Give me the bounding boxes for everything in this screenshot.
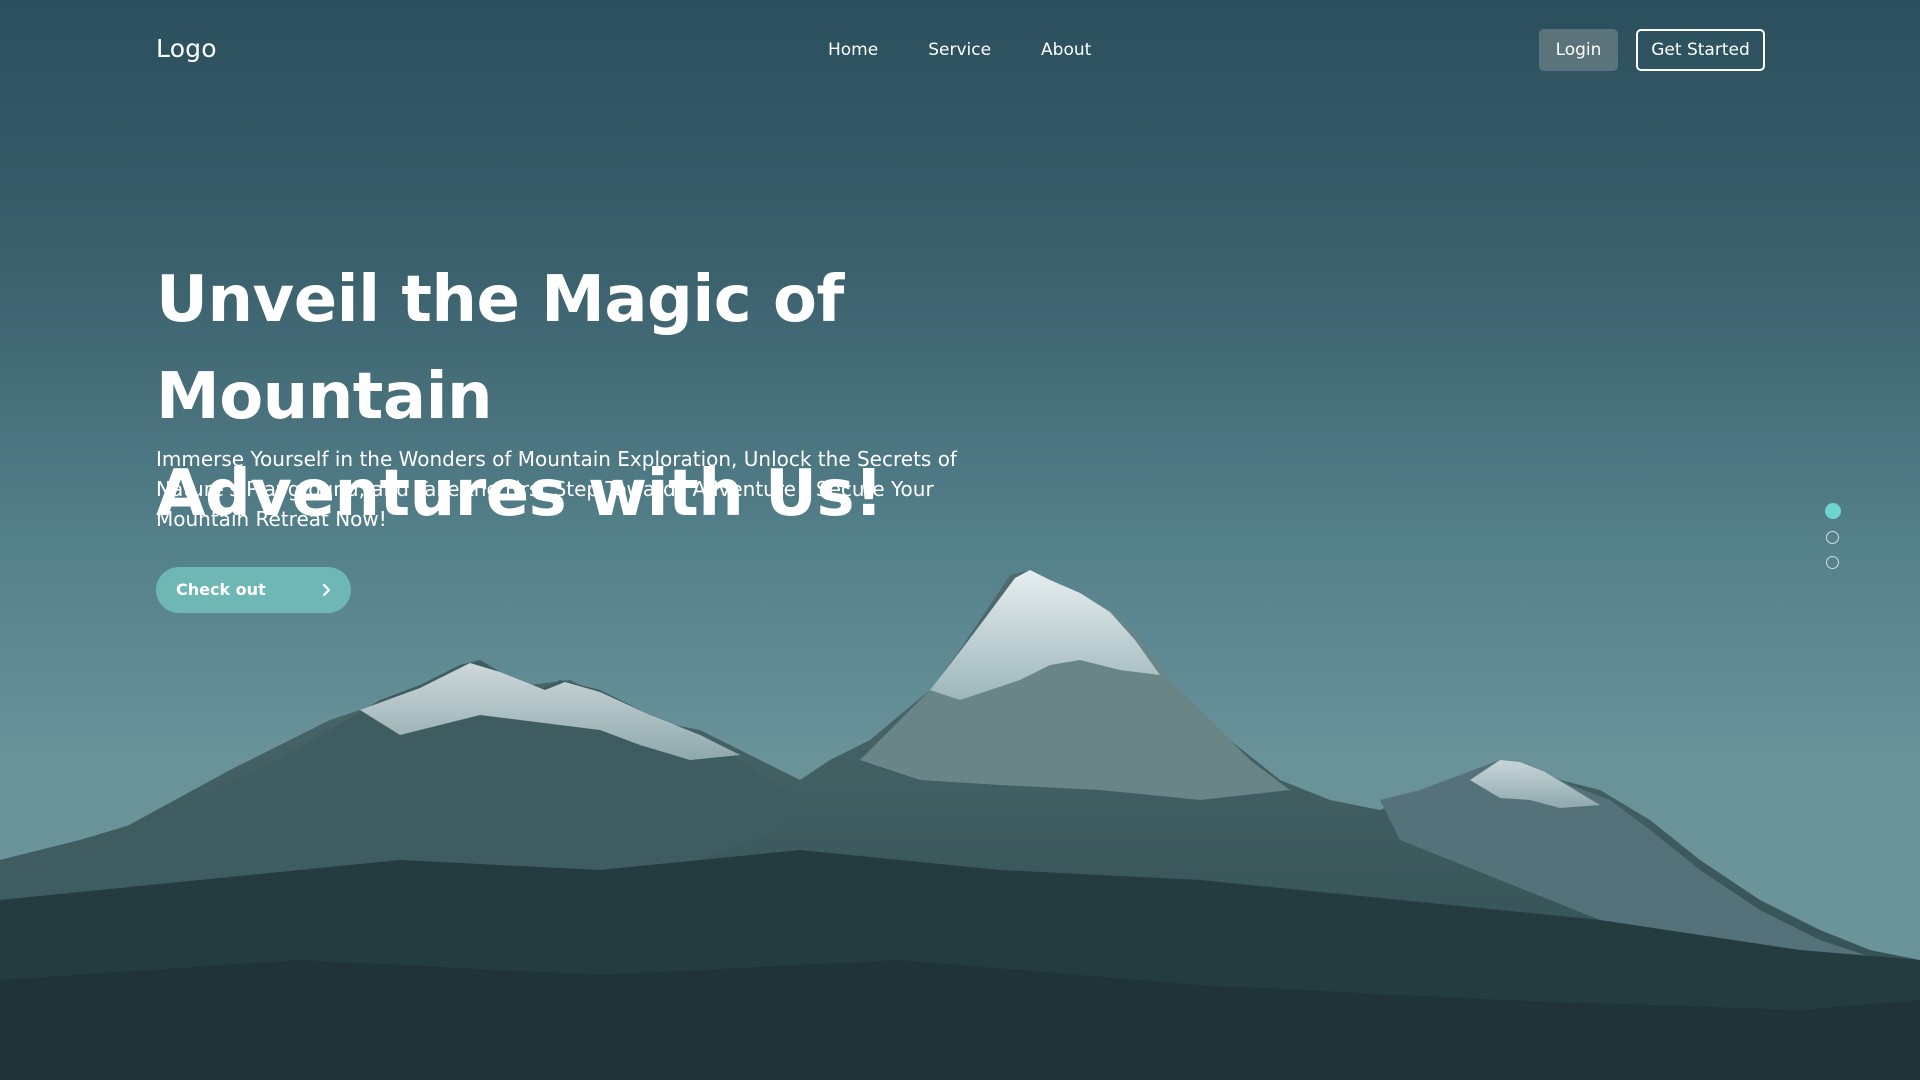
slide-dot-1[interactable]	[1825, 503, 1841, 519]
hero-headline-line-1: Unveil the Magic of Mountain	[156, 263, 844, 434]
top-navigation-bar: Logo Home Service About Login Get Starte…	[0, 0, 1920, 100]
slide-dot-2[interactable]	[1826, 531, 1839, 544]
get-started-button[interactable]: Get Started	[1636, 29, 1765, 71]
slide-dot-3[interactable]	[1826, 556, 1839, 569]
logo[interactable]: Logo	[156, 32, 217, 66]
main-nav: Home Service About	[828, 38, 1141, 62]
hero-section: Logo Home Service About Login Get Starte…	[0, 0, 1920, 1080]
check-out-button[interactable]: Check out	[156, 567, 351, 613]
hero-subtitle: Immerse Yourself in the Wonders of Mount…	[156, 447, 957, 531]
nav-item-home[interactable]: Home	[828, 38, 878, 62]
nav-item-service[interactable]: Service	[928, 38, 991, 62]
chevron-right-icon	[322, 583, 331, 597]
slide-pagination	[1825, 503, 1844, 581]
login-button[interactable]: Login	[1539, 29, 1618, 71]
nav-item-about[interactable]: About	[1041, 38, 1091, 62]
check-out-button-label: Check out	[176, 580, 266, 599]
